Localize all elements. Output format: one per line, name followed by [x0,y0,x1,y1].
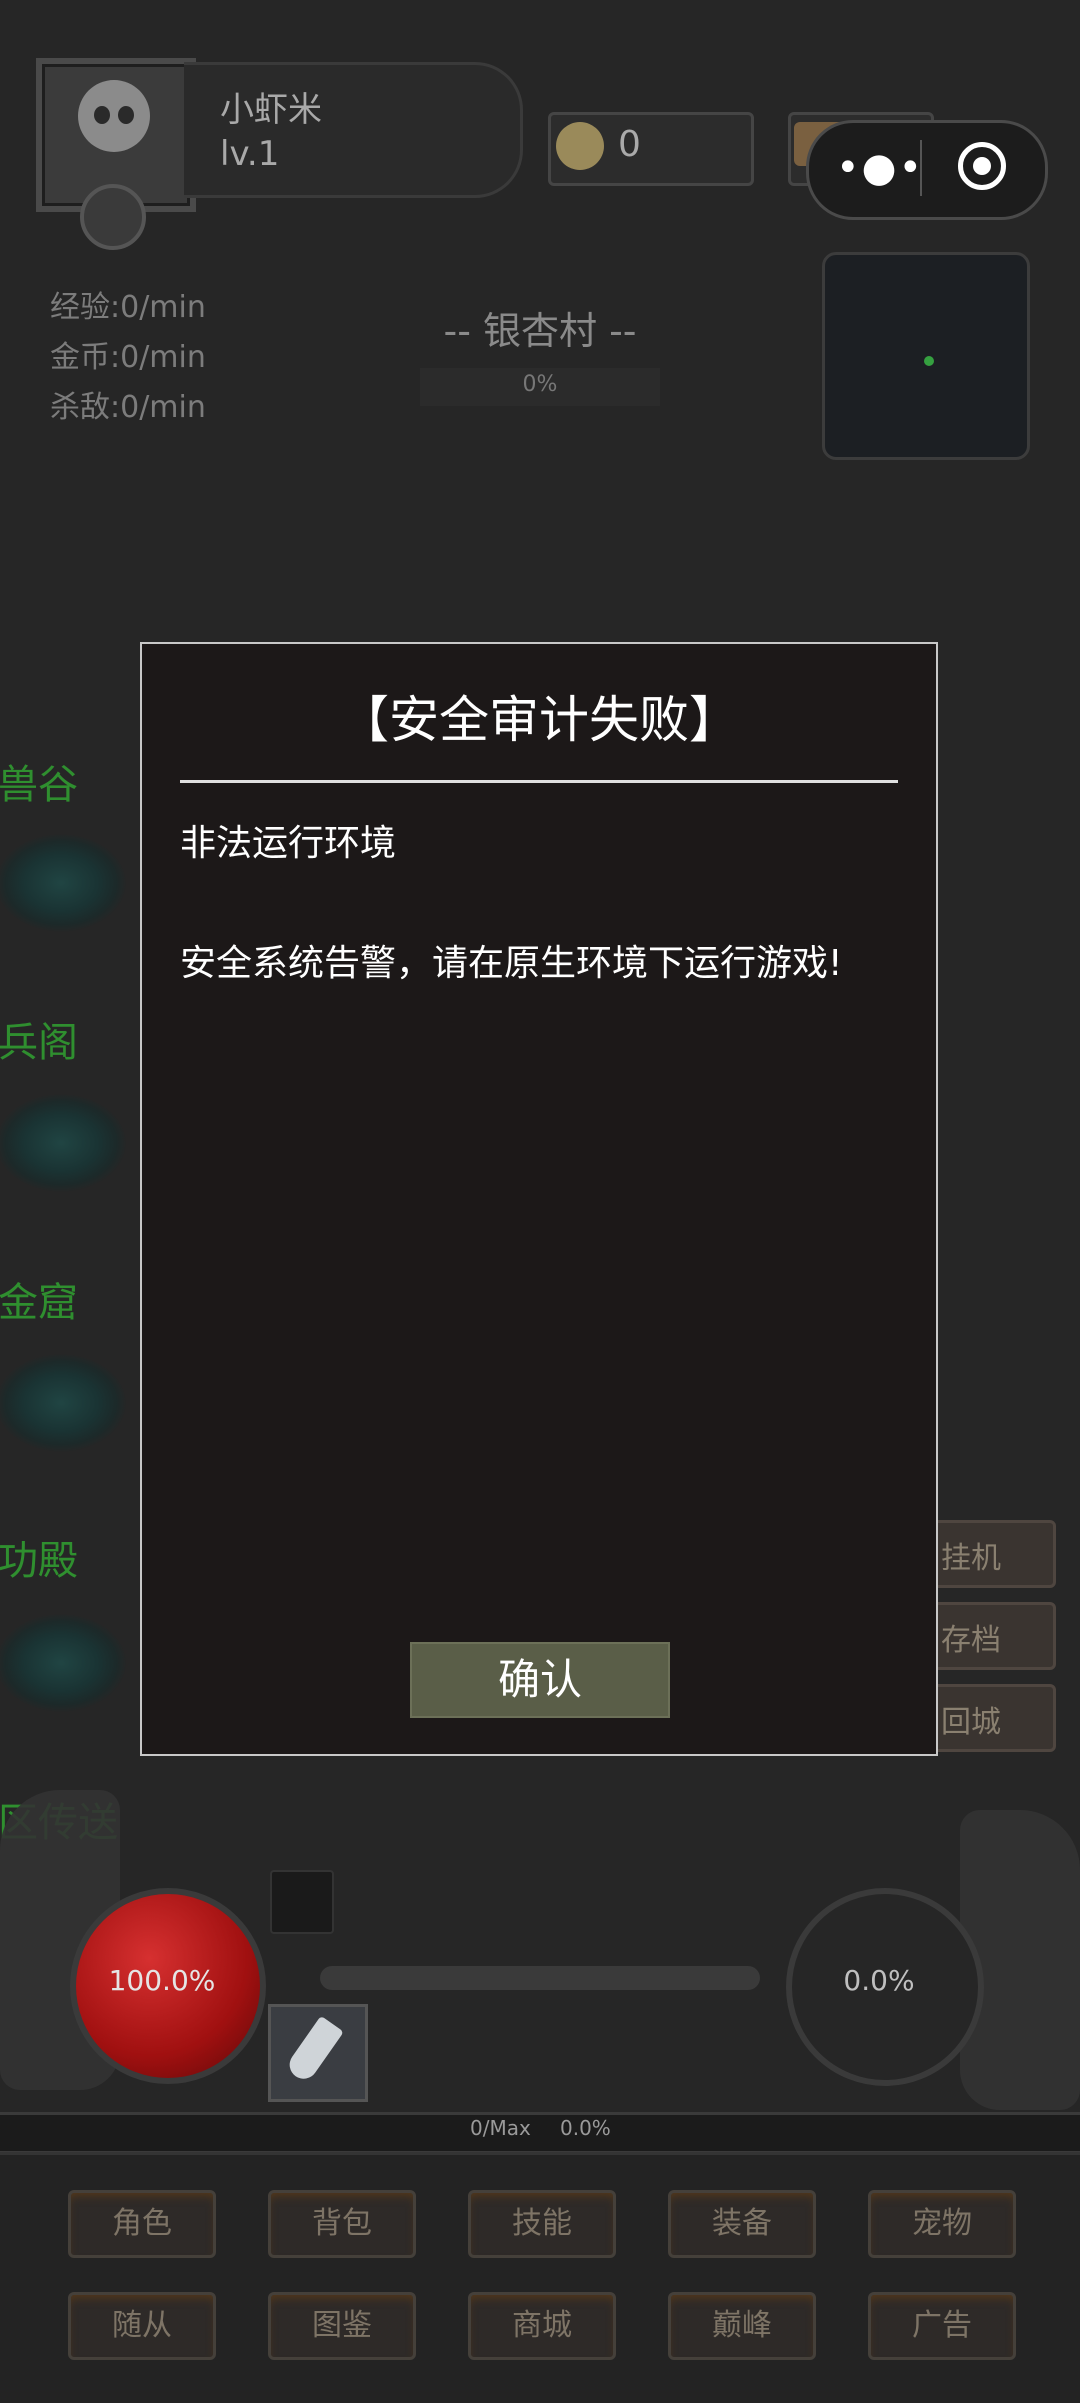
dialog-subtitle: 非法运行环境 [180,823,397,864]
confirm-button[interactable]: 确认 [410,1642,670,1718]
confirm-label: 确认 [497,1655,582,1704]
dialog-divider [180,780,898,783]
dialog-title: 【安全审计失败】 [339,691,739,749]
security-alert-dialog [140,642,938,1756]
dialog-message: 安全系统告警，请在原生环境下运行游戏! [180,943,843,984]
